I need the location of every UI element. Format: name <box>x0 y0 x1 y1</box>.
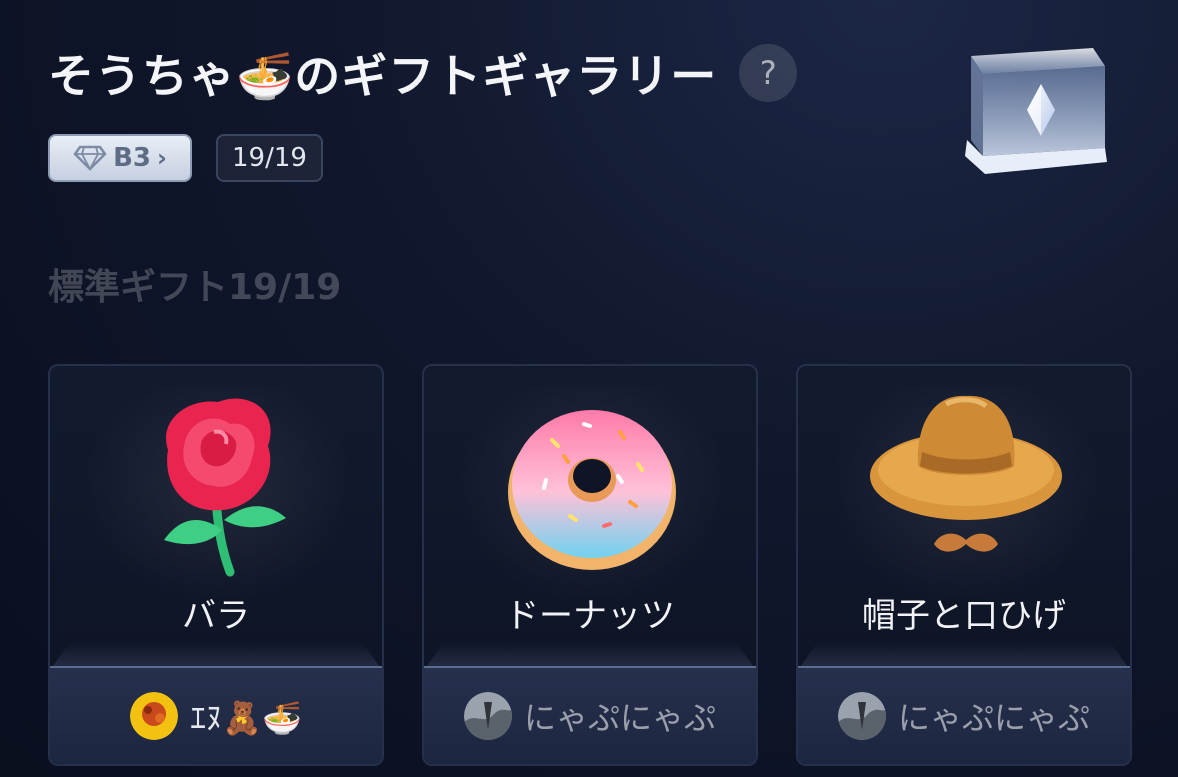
sender-name: ｴﾇ🧸🍜 <box>190 699 302 737</box>
gift-count-badge: 19/19 <box>216 134 323 182</box>
gift-name: ドーナッツ <box>505 596 675 636</box>
avatar <box>463 692 512 740</box>
gift-sender-row[interactable]: にゃぷにゃぷ <box>798 666 1130 764</box>
gift-card[interactable]: バラ ｴﾇ🧸🍜 <box>48 364 384 766</box>
chevron-right-icon: › <box>157 144 167 172</box>
hat-mustache-icon <box>870 395 1062 552</box>
gift-card[interactable]: ドーナッツ にゃぷにゃぷ <box>422 364 758 766</box>
sender-name: にゃぷにゃぷ <box>897 699 1090 737</box>
gift-sender-row[interactable]: にゃぷにゃぷ <box>424 666 756 764</box>
gift-sender-row[interactable]: ｴﾇ🧸🍜 <box>50 666 382 764</box>
badges-row: B3 › 19/19 <box>48 134 323 182</box>
gift-name: 帽子と口ひげ <box>862 596 1066 636</box>
gift-card[interactable]: 帽子と口ひげ にゃぷにゃぷ <box>796 364 1132 766</box>
sender-name: にゃぷにゃぷ <box>523 699 716 737</box>
page-title: そうちゃ🍜のギフトギャラリー <box>48 49 718 103</box>
rose-icon <box>164 398 286 577</box>
gift-grid: バラ ｴﾇ🧸🍜 ドーナッツ にゃぷにゃぷ 帽子と口ひげ にゃぷにゃぷ <box>48 364 1132 766</box>
diamond-box-icon <box>965 48 1107 174</box>
diamond-icon <box>73 145 107 171</box>
help-icon: ? <box>759 54 777 92</box>
gift-name: バラ <box>182 596 250 636</box>
header: そうちゃ🍜のギフトギャラリー ? <box>48 40 798 106</box>
level-badge[interactable]: B3 › <box>48 134 192 182</box>
help-button[interactable]: ? <box>739 44 798 102</box>
avatar <box>130 692 179 740</box>
section-title: 標準ギフト19/19 <box>48 267 342 308</box>
donut-icon <box>508 410 676 570</box>
avatar <box>837 692 886 740</box>
level-label: B3 <box>113 143 152 173</box>
